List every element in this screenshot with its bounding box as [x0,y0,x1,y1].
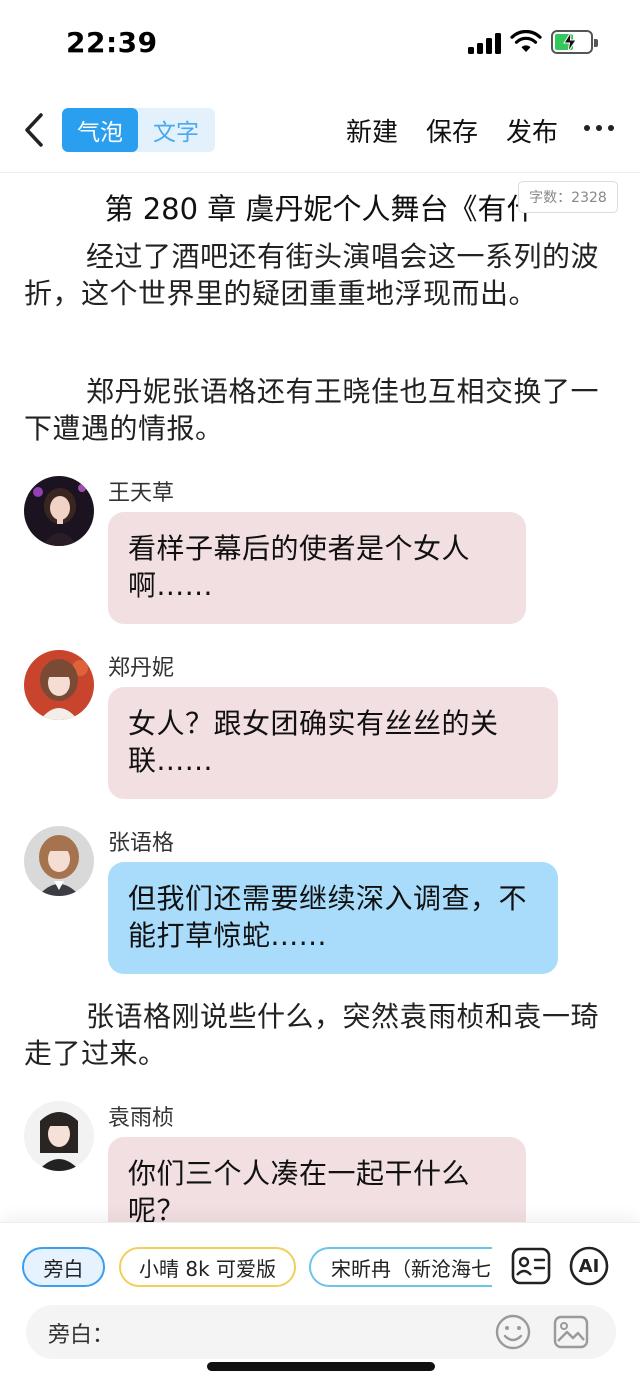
save-button[interactable]: 保存 [426,112,478,149]
avatar-yuan [24,1101,94,1171]
avatar[interactable] [24,650,94,720]
signal-icon [468,32,502,54]
ai-label: AI [578,1255,600,1277]
home-indicator [207,1362,435,1371]
narration-paragraph[interactable]: 张语格刚说些什么，突然袁雨桢和袁一琦走了过来。 [24,998,600,1072]
mode-text-tab[interactable]: 文字 [138,108,214,152]
avatar[interactable] [24,476,94,546]
avatar[interactable] [24,826,94,896]
emoji-icon [495,1314,531,1350]
ai-button[interactable]: AI [568,1245,610,1287]
publish-button[interactable]: 发布 [506,112,558,149]
role-chip-songxinran[interactable]: 宋昕冉（新沧海七 [309,1247,492,1287]
word-count-badge: 字数：2328 [518,181,618,213]
new-button[interactable]: 新建 [346,112,398,149]
speaker-name: 郑丹妮 [108,656,175,681]
editor-toolbar: 气泡 文字 新建 保存 发布 [0,100,640,160]
chat-bubble[interactable]: 但我们还需要继续深入调查，不能打草惊蛇...... [108,862,558,974]
status-time: 22:39 [66,26,158,59]
emoji-button[interactable] [494,1313,532,1351]
compose-panel: 旁白 小晴 8k 可爱版 宋昕冉（新沧海七 AI 旁白： [0,1222,640,1385]
avatar[interactable] [24,1101,94,1171]
role-chip-narration[interactable]: 旁白 [22,1247,105,1287]
compose-role-label: 旁白： [48,1323,115,1348]
wifi-icon [510,30,542,52]
avatar-zhang [24,826,94,896]
narration-paragraph[interactable]: 郑丹妮张语格还有王晓佳也互相交换了一下遭遇的情报。 [24,373,600,447]
avatar-wang [24,476,94,546]
more-button[interactable] [584,116,614,140]
speaker-name: 张语格 [108,831,175,856]
back-button[interactable] [14,106,54,154]
mode-toggle: 气泡 文字 [62,108,215,152]
image-icon [553,1315,589,1349]
role-manager-button[interactable] [510,1245,552,1287]
mode-bubble-tab[interactable]: 气泡 [62,108,138,152]
narration-paragraph[interactable]: 经过了酒吧还有街头演唱会这一系列的波折，这个世界里的疑团重重地浮现而出。 [24,238,600,312]
avatar-zheng [24,650,94,720]
back-chevron-icon [25,113,43,147]
speaker-name: 袁雨桢 [108,1106,175,1131]
compose-input[interactable]: 旁白： [26,1305,616,1359]
speaker-name: 王天草 [108,481,175,506]
chat-bubble[interactable]: 看样子幕后的使者是个女人啊...... [108,512,526,624]
chat-bubble[interactable]: 女人？跟女团确实有丝丝的关联...... [108,687,558,799]
contact-card-icon [511,1247,551,1285]
more-dots-icon [584,125,590,131]
insert-image-button[interactable] [552,1313,590,1351]
status-bar: 22:39 [0,0,640,90]
role-chip-xiaoqing[interactable]: 小晴 8k 可爱版 [119,1247,296,1287]
toolbar-divider [0,172,640,173]
battery-charging-icon [551,30,598,54]
